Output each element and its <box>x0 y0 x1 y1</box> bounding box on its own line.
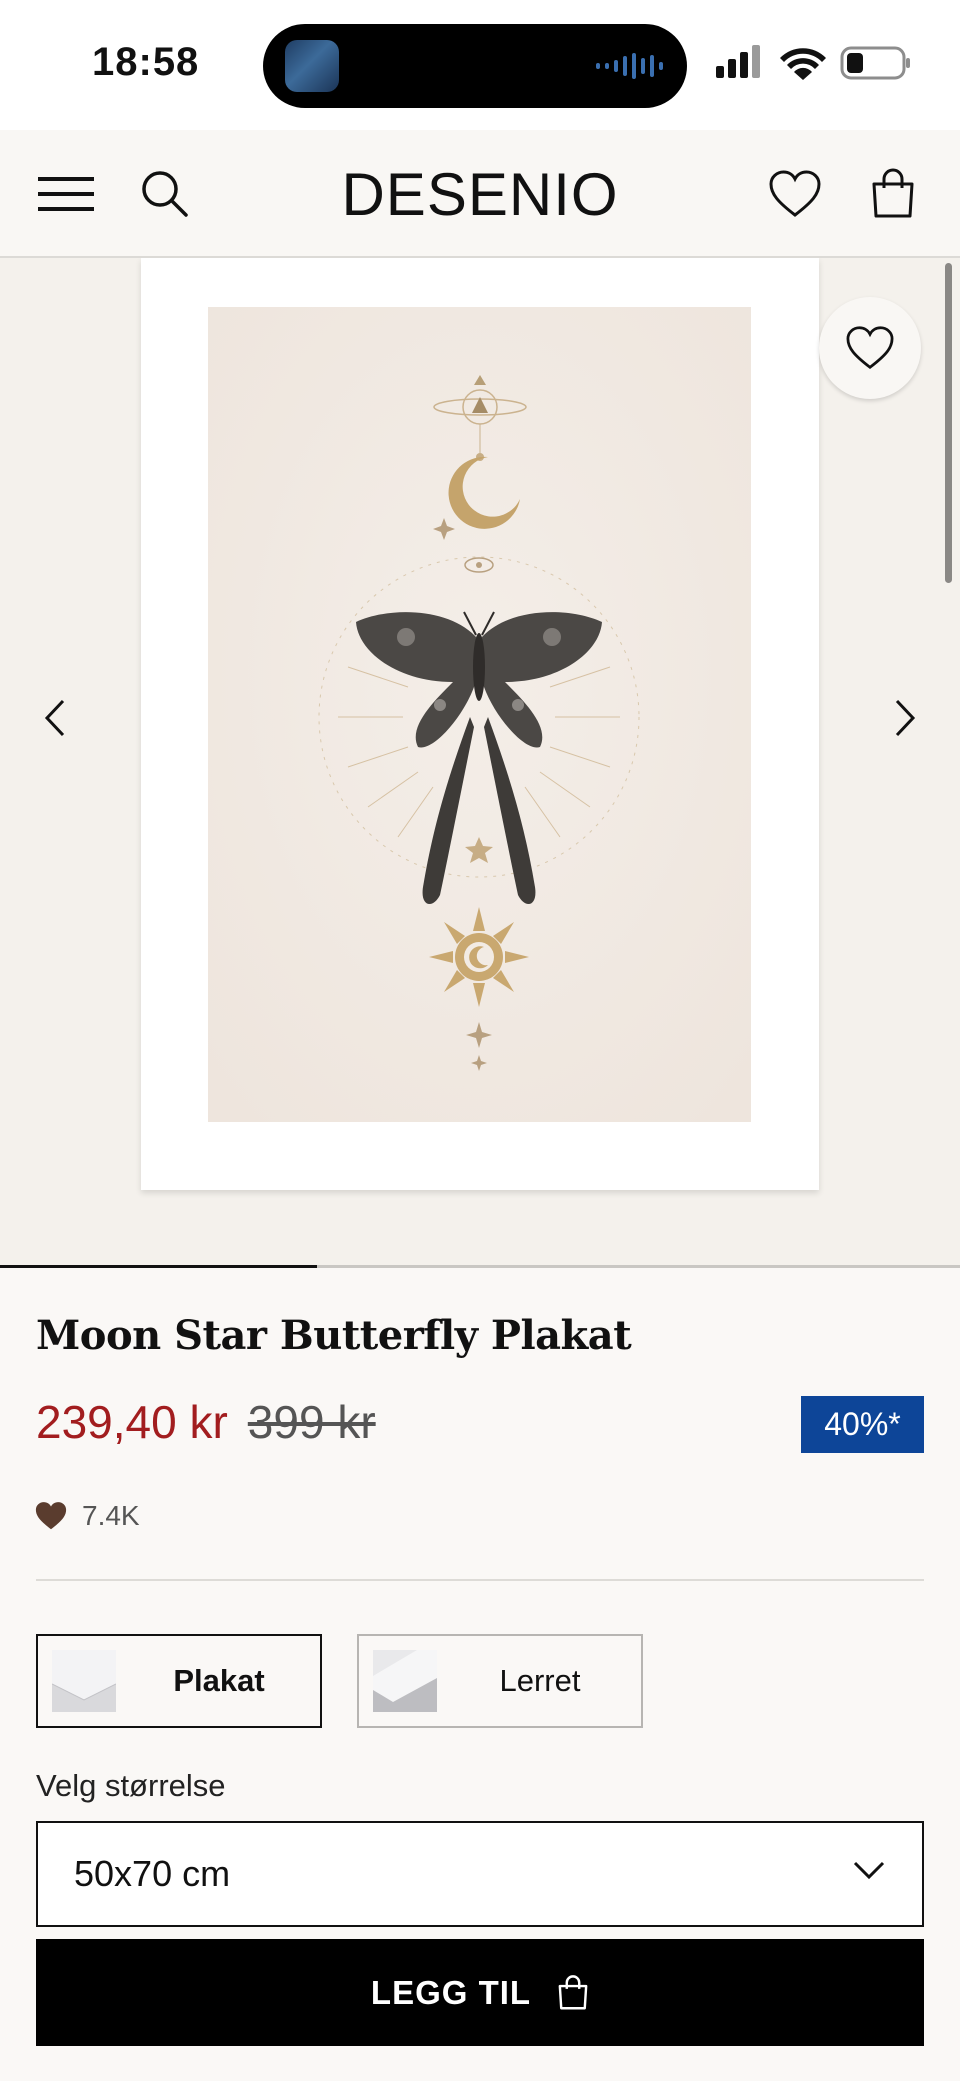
chevron-right-icon <box>895 699 916 737</box>
now-playing-artwork <box>285 40 339 92</box>
cart-button[interactable] <box>868 130 918 258</box>
original-price: 399 kr <box>247 1396 376 1448</box>
previous-image-button[interactable] <box>30 688 80 748</box>
heart-outline-icon <box>846 326 894 370</box>
wifi-icon <box>780 48 826 80</box>
price-row: 239,40 kr 399 kr <box>36 1395 376 1449</box>
status-bar: 18:58 <box>0 0 960 130</box>
status-time: 18:58 <box>92 40 200 84</box>
status-icons <box>712 44 912 89</box>
gallery-progress-fill <box>0 1265 317 1268</box>
dynamic-island <box>263 24 687 108</box>
scrollbar[interactable] <box>945 263 952 583</box>
heart-icon <box>769 170 821 217</box>
gallery-progress-track <box>0 1265 960 1268</box>
variant-option-lerret[interactable]: Lerret <box>357 1634 643 1728</box>
next-image-button[interactable] <box>880 688 930 748</box>
poster-thumbnail-icon <box>51 1650 117 1712</box>
size-selected-value: 50x70 cm <box>74 1853 231 1894</box>
audio-waveform-icon <box>596 52 663 80</box>
discount-badge: 40%* <box>801 1396 924 1453</box>
product-title: Moon Star Butterfly Plakat <box>36 1312 632 1359</box>
site-header: DESENIO <box>0 130 960 258</box>
poster-artwork-image <box>208 307 751 1122</box>
chevron-down-icon <box>853 1861 885 1880</box>
add-to-wishlist-button[interactable] <box>819 297 921 399</box>
battery-icon <box>840 46 910 80</box>
likes-value: 7.4K <box>82 1500 140 1531</box>
poster-frame <box>141 258 819 1190</box>
sale-price: 239,40 kr <box>36 1396 228 1448</box>
chevron-left-icon <box>44 699 65 737</box>
variant-label: Plakat <box>173 1663 265 1698</box>
variant-option-plakat[interactable]: Plakat <box>36 1634 322 1728</box>
product-image-gallery[interactable] <box>0 258 960 1268</box>
add-to-cart-button[interactable]: LEGG TIL <box>36 1939 924 2046</box>
wishlist-button[interactable] <box>766 130 824 258</box>
likes-count: 7.4K <box>34 1500 140 1532</box>
product-page: 18:58 DESENIO Moon Star Butterfly Plakat… <box>0 0 960 2081</box>
cellular-signal-icon <box>716 45 760 78</box>
variant-label: Lerret <box>499 1663 581 1698</box>
size-label: Velg størrelse <box>36 1768 226 1803</box>
bag-icon <box>558 1974 588 2009</box>
bag-icon <box>872 168 914 218</box>
add-to-cart-label: LEGG TIL <box>370 1973 532 2011</box>
canvas-thumbnail-icon <box>373 1650 437 1712</box>
divider <box>36 1579 924 1581</box>
size-select[interactable]: 50x70 cm <box>36 1821 924 1927</box>
heart-filled-icon <box>35 1502 67 1530</box>
